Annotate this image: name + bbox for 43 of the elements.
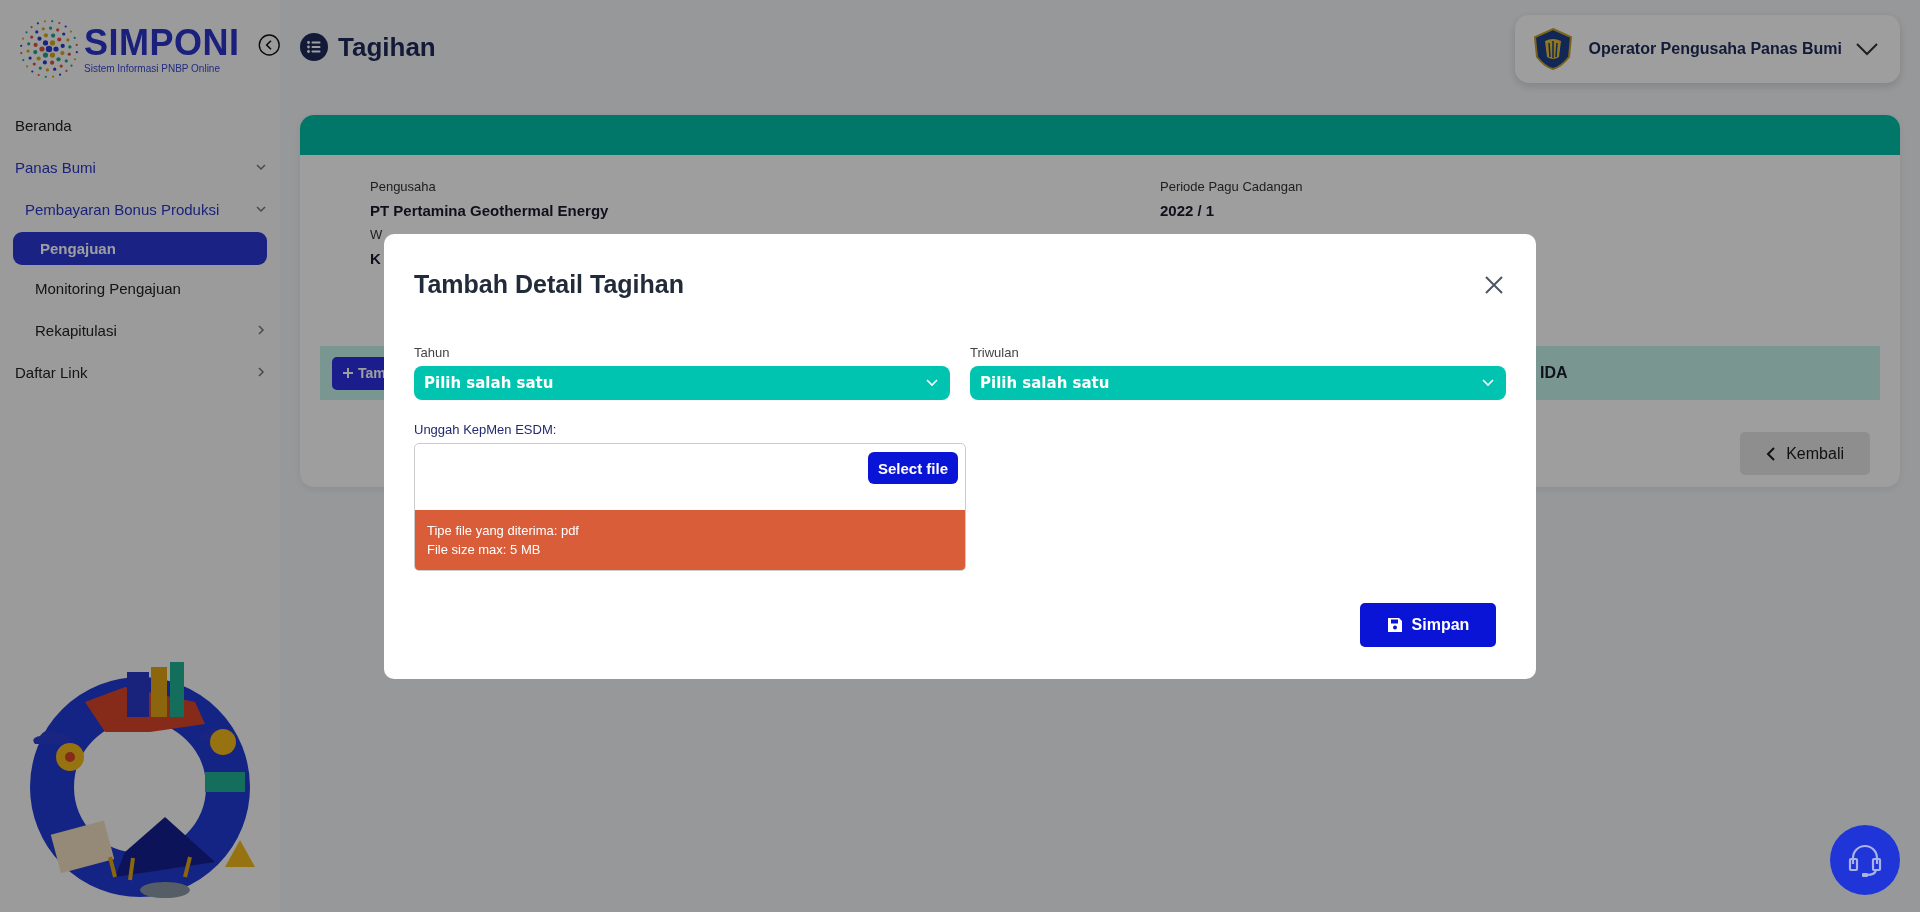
menu-item[interactable]: Rekapitulasi — [0, 309, 280, 351]
menu-item[interactable]: Daftar Link — [0, 351, 280, 393]
back-button[interactable]: Kembali — [1740, 432, 1870, 475]
menu-item[interactable]: Pembayaran Bonus Produksi — [0, 188, 280, 230]
chevron-down-icon — [1482, 379, 1494, 387]
help-button[interactable] — [1829, 824, 1901, 896]
logo-icon — [18, 18, 80, 80]
modal-title: Tambah Detail Tagihan — [414, 270, 684, 299]
list-icon — [300, 33, 328, 61]
field-label: W — [370, 227, 384, 242]
hint-text: Tipe file yang diterima: pdf — [427, 522, 580, 540]
field-label: Triwulan — [970, 345, 1020, 360]
collapse-icon[interactable] — [257, 32, 280, 58]
chevron-right-icon — [256, 367, 266, 377]
logo-subtitle: Sistem Informasi PNBP Online — [84, 62, 221, 74]
field-value: 2022 / 1 — [1160, 202, 1216, 219]
field-label: Pengusaha — [370, 179, 437, 194]
field-value: PT Pertamina Geothermal Energy — [370, 202, 610, 219]
chevron-left-icon — [1766, 446, 1777, 461]
save-icon — [1386, 617, 1403, 633]
chevron-down-icon — [1856, 42, 1878, 56]
chevron-down-icon — [256, 162, 266, 172]
logo-title: SIMPONI — [84, 24, 240, 61]
hint-text: File size max: 5 MB — [427, 541, 542, 559]
field-label: Tahun — [414, 345, 451, 360]
menu-item[interactable]: Pengajuan — [13, 232, 267, 265]
upload-label: Unggah KepMen ESDM: — [414, 422, 558, 437]
menu-item[interactable]: Beranda — [0, 104, 280, 146]
info-text: IDA — [1540, 364, 1568, 382]
field-label: Periode Pagu Cadangan — [1160, 179, 1304, 194]
chevron-right-icon — [256, 325, 266, 335]
save-button[interactable]: Simpan — [1360, 603, 1496, 647]
select-file-button[interactable]: Select file — [867, 452, 958, 484]
menu-item[interactable]: Panas Bumi — [0, 146, 280, 188]
user-menu[interactable]: Operator Pengusaha Panas Bumi — [1514, 15, 1900, 83]
field-value: K — [370, 250, 382, 267]
menu-item[interactable]: Monitoring Pengajuan — [0, 267, 280, 309]
plus-icon — [342, 367, 354, 379]
page-title: Tagihan — [338, 31, 436, 63]
file-upload-field[interactable]: Select file Tipe file yang diterima: pdf File size max: 5 MB — [414, 443, 966, 571]
close-icon[interactable] — [1484, 274, 1504, 295]
chevron-down-icon — [256, 204, 266, 214]
chevron-down-icon — [926, 379, 938, 387]
